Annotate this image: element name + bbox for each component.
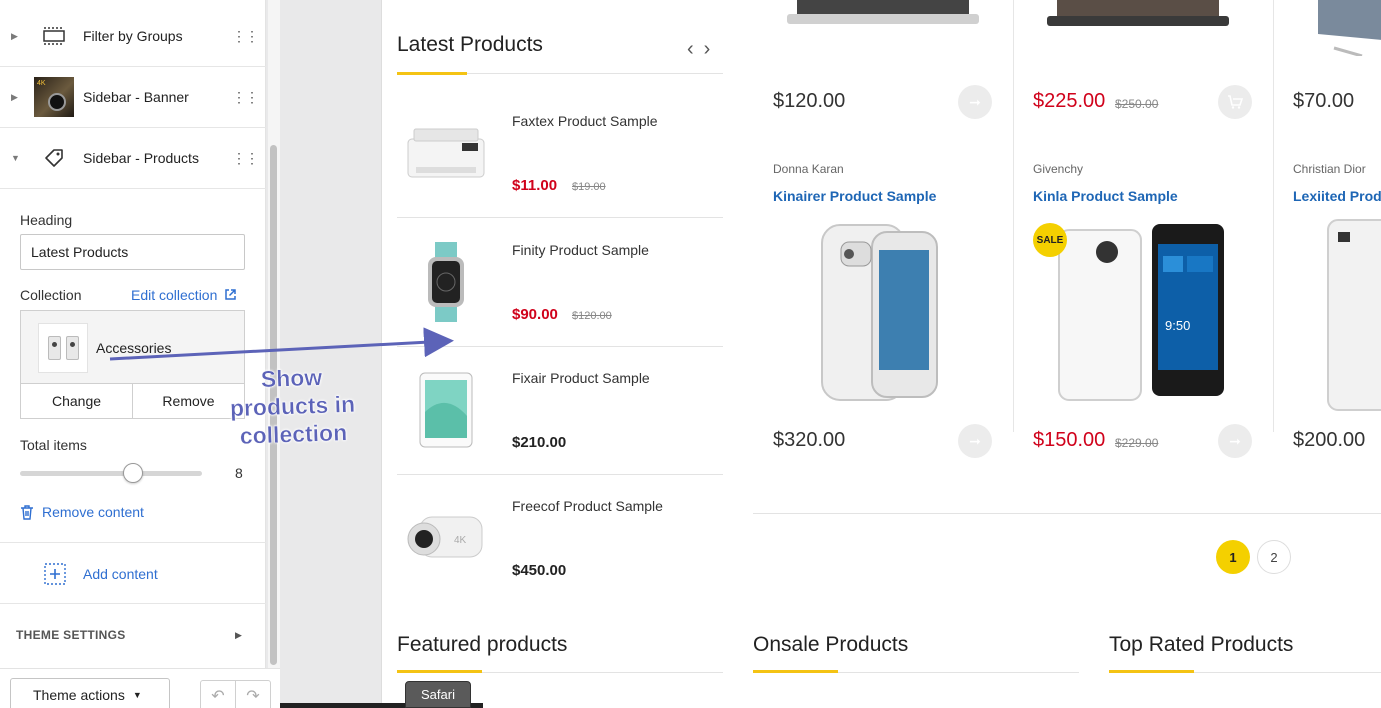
- annotation-callout: Show products in collection: [229, 363, 356, 449]
- safari-tooltip: Safari: [405, 681, 471, 708]
- annotation-arrow: [109, 327, 454, 361]
